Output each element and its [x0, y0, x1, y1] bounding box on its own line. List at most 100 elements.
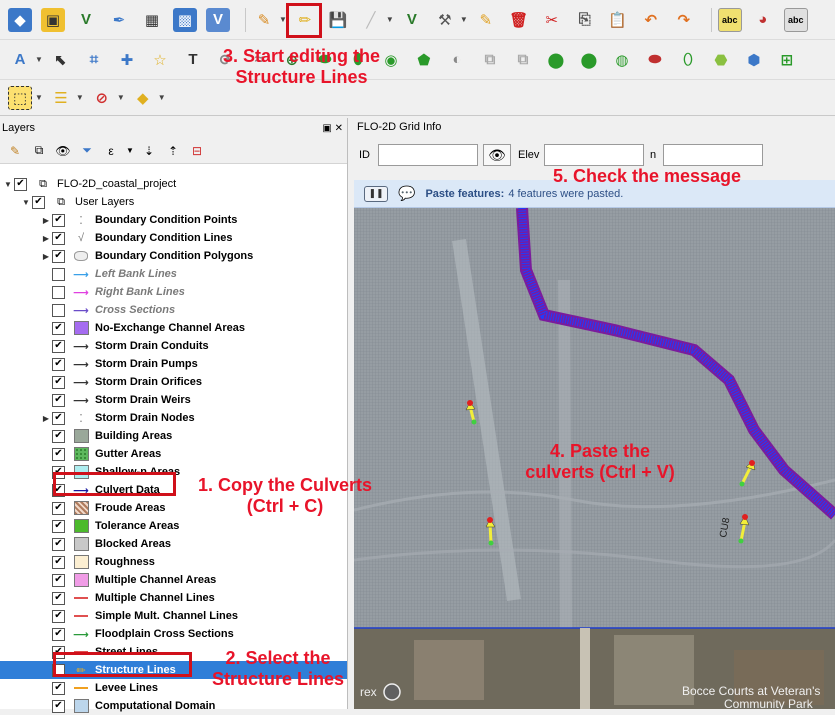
visibility-checkbox[interactable] [52, 267, 65, 281]
grid-tool-icon[interactable]: ▩ [173, 7, 197, 32]
visibility-checkbox[interactable]: ✔ [52, 213, 65, 227]
paste-features-icon[interactable]: 📋 [606, 8, 630, 32]
layer-item[interactable]: ✔ Simple Mult. Channel Lines [0, 607, 238, 625]
visibility-checkbox[interactable]: ✔ [52, 429, 65, 443]
eye-icon[interactable]: 👁 [483, 144, 511, 166]
pause-icon[interactable]: ❚❚ [364, 185, 388, 202]
visibility-checkbox[interactable]: ✔ [52, 411, 65, 425]
visibility-checkbox[interactable] [52, 303, 65, 317]
visibility-checkbox[interactable]: ✔ [52, 231, 65, 245]
modify-attributes-icon[interactable]: ⚒ [433, 8, 457, 32]
layer-item[interactable]: ▶ ✔ √ Boundary Condition Lines [0, 229, 233, 247]
visibility-checkbox[interactable]: ✔ [52, 501, 65, 515]
visibility-checkbox[interactable]: ✔ [52, 357, 65, 371]
chip-icon[interactable]: ▦ [140, 8, 164, 32]
layer-item[interactable]: ▶ ✔ ⁚ Boundary Condition Points [0, 211, 237, 229]
visibility-checkbox[interactable]: ✔ [52, 321, 65, 335]
layer-item[interactable]: ✔ Multiple Channel Areas [0, 571, 216, 589]
layer-styling-icon[interactable]: ◕ [751, 8, 775, 32]
shape-green-icon[interactable]: ⬣ [709, 48, 733, 72]
add-node-icon[interactable]: ✚ [115, 48, 139, 72]
visibility-checkbox[interactable]: ✔ [52, 555, 65, 569]
remove-layer-icon[interactable]: ⊟ [188, 142, 206, 160]
layer-item[interactable]: ▶ ✔ Boundary Condition Polygons [0, 247, 253, 265]
visibility-checkbox[interactable]: ✔ [52, 447, 65, 461]
save-gpkg-icon[interactable]: ▣ [41, 7, 65, 32]
current-edits-icon[interactable]: ✎ [252, 8, 276, 32]
visibility-checkbox[interactable]: ✔ [52, 249, 65, 263]
chevron-down-icon[interactable]: ▼ [126, 142, 134, 160]
chevron-right-icon[interactable]: ▶ [40, 216, 52, 225]
chevron-down-icon[interactable]: ▼ [35, 55, 43, 64]
deselect-icon[interactable]: ⊘ [90, 86, 114, 110]
layer-item[interactable]: ✔ ⟶ Storm Drain Conduits [0, 337, 209, 355]
shape-blue-icon[interactable]: ⬢ [742, 48, 766, 72]
visibility-checkbox[interactable]: ✔ [52, 537, 65, 551]
layer-item[interactable]: ⟶ Right Bank Lines [0, 283, 185, 301]
expand-all-icon[interactable]: ⇣ [140, 142, 158, 160]
select-location-icon[interactable]: ◆ [131, 86, 155, 110]
layer-item[interactable]: ✔ Building Areas [0, 427, 172, 445]
text-annotation-icon[interactable]: A [8, 48, 32, 72]
layer-item[interactable]: ✔ ⟶ Storm Drain Weirs [0, 391, 191, 409]
layer-item[interactable]: ✔ No-Exchange Channel Areas [0, 319, 245, 337]
layer-item[interactable]: ✔ Roughness [0, 553, 155, 571]
select-features-icon[interactable]: ⬉ [49, 48, 73, 72]
vertex-tool-icon[interactable]: V [400, 8, 424, 32]
trim-extend-icon[interactable]: ⊞ [775, 48, 799, 72]
layer-tree-group[interactable]: ▼ ✔ ⧉ User Layers [0, 193, 134, 211]
save-edits-icon[interactable]: 💾 [326, 8, 350, 32]
visibility-checkbox[interactable]: ✔ [52, 627, 65, 641]
visibility-checkbox[interactable] [52, 285, 65, 299]
visibility-checkbox[interactable]: ✔ [52, 375, 65, 389]
offset-curve-icon[interactable]: ◐ [445, 48, 469, 72]
reshape-icon[interactable]: ⬟ [412, 48, 436, 72]
layer-item[interactable]: ✔ Gutter Areas [0, 445, 161, 463]
undo-icon[interactable]: ↶ [639, 8, 663, 32]
cut-features-icon[interactable]: ✂ [540, 8, 564, 32]
layer-tree-project[interactable]: ▼ ✔ ⧉ FLO-2D_coastal_project [0, 175, 176, 193]
manage-visibility-icon[interactable]: 👁 [54, 142, 72, 160]
layer-item[interactable]: ✔ ⟶ Storm Drain Pumps [0, 355, 198, 373]
visibility-checkbox[interactable]: ✔ [52, 699, 65, 713]
layer-item[interactable]: ✔ ⟶ Floodplain Cross Sections [0, 625, 234, 643]
id-field[interactable] [378, 144, 478, 166]
validate-icon[interactable]: V [206, 7, 230, 32]
visibility-checkbox[interactable]: ✔ [32, 195, 45, 209]
visibility-checkbox[interactable]: ✔ [52, 591, 65, 605]
layer-item[interactable]: ✔ Blocked Areas [0, 535, 171, 553]
visibility-checkbox[interactable]: ✔ [52, 573, 65, 587]
visibility-checkbox[interactable]: ✔ [52, 681, 65, 695]
elev-field[interactable] [544, 144, 644, 166]
layer-item[interactable]: ✔ Levee Lines [0, 679, 158, 697]
open-project-icon[interactable]: ◆ [8, 7, 32, 32]
copy-features-icon[interactable]: ⎘ [573, 8, 597, 32]
chevron-down-icon[interactable]: ▼ [35, 93, 43, 102]
star-icon[interactable]: ☆ [148, 48, 172, 72]
visibility-checkbox[interactable]: ✔ [52, 339, 65, 353]
add-line-feature-icon[interactable]: ╱ [359, 8, 383, 32]
chevron-down-icon[interactable]: ▼ [76, 93, 84, 102]
chevron-down-icon[interactable]: ▼ [386, 15, 394, 24]
node-tool-icon[interactable]: ⌗ [82, 48, 106, 72]
chevron-right-icon[interactable]: ▶ [40, 234, 52, 243]
layer-item[interactable]: ✔ ⟶ Storm Drain Orifices [0, 373, 202, 391]
redo-icon[interactable]: ↷ [672, 8, 696, 32]
visibility-checkbox[interactable]: ✔ [14, 177, 27, 191]
panel-float-close-icons[interactable]: ▣ ✕ [322, 123, 343, 134]
chevron-right-icon[interactable]: ▶ [40, 252, 52, 261]
layer-item[interactable]: ⟶ Left Bank Lines [0, 265, 177, 283]
open-styling-icon[interactable]: ✎ [6, 142, 24, 160]
add-group-icon[interactable]: ⧉ [30, 142, 48, 160]
visibility-checkbox[interactable]: ✔ [52, 393, 65, 407]
n-field[interactable] [663, 144, 763, 166]
label-abc-icon[interactable]: abc [783, 7, 808, 32]
edit-attributes-icon[interactable]: ✎ [474, 8, 498, 32]
filter-legend-icon[interactable]: ⏷ [78, 142, 96, 160]
chevron-down-icon[interactable]: ▼ [460, 15, 468, 24]
visibility-checkbox[interactable]: ✔ [52, 609, 65, 623]
layer-item[interactable]: ⟶ Cross Sections [0, 301, 175, 319]
layer-item[interactable]: ✔ Computational Domain [0, 697, 215, 715]
vertex-editor-icon[interactable]: V [74, 8, 98, 32]
layer-item[interactable]: ✔ Multiple Channel Lines [0, 589, 215, 607]
